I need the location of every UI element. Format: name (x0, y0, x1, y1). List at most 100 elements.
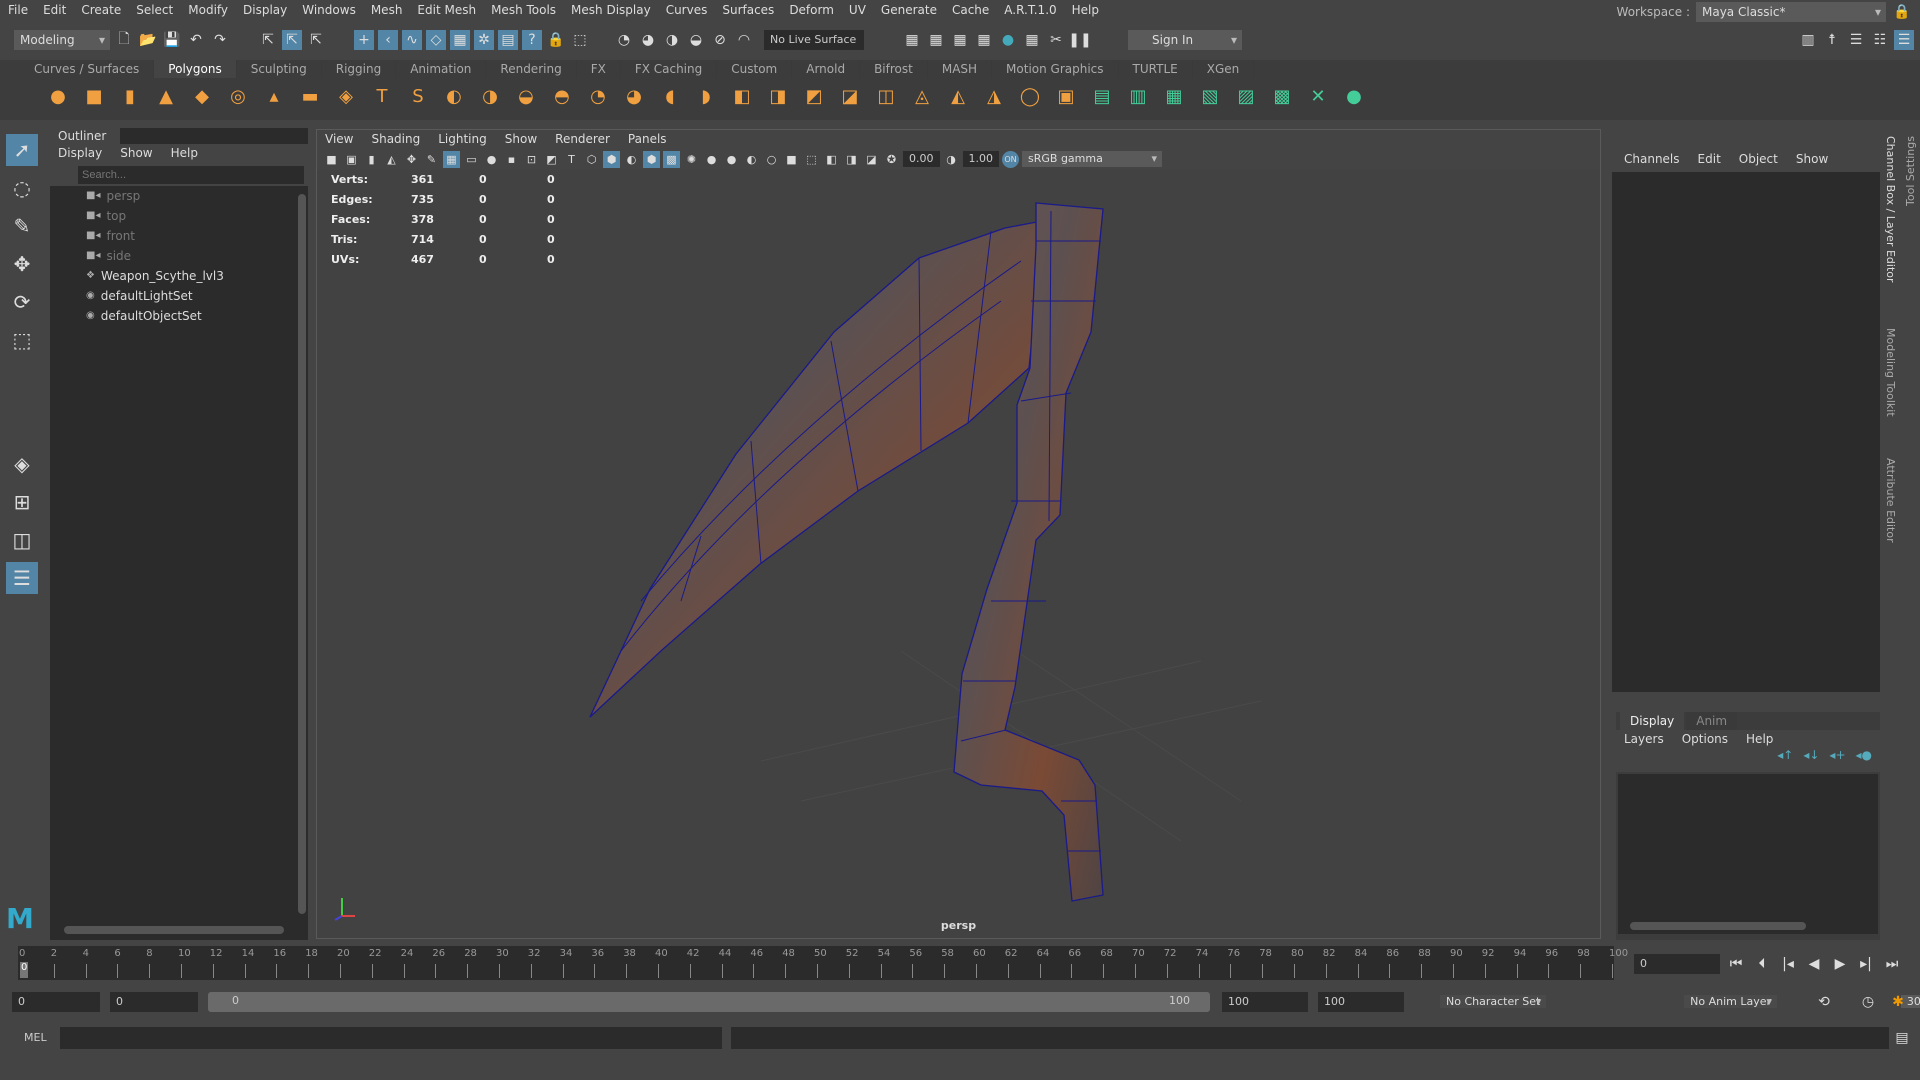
bevel-icon[interactable]: ◧ (728, 82, 756, 110)
outliner-item[interactable]: ❖ Weapon_Scythe_lvl3 (50, 266, 308, 286)
separate-icon[interactable]: ◑ (476, 82, 504, 110)
resolution-gate-icon[interactable]: ● (483, 151, 500, 168)
snap-curve-icon[interactable]: ‹ (378, 30, 398, 50)
flip-icon[interactable]: ▣ (1052, 82, 1080, 110)
outliner-item[interactable]: ■◂ top (50, 206, 308, 226)
play-forward-icon[interactable]: ▶ (1830, 954, 1850, 974)
loop-icon[interactable]: ⟲ (1814, 992, 1834, 1012)
image-plane-icon[interactable]: ◭ (383, 151, 400, 168)
menu-windows[interactable]: Windows (302, 3, 356, 17)
snap-grid-icon[interactable]: + (354, 30, 374, 50)
snap-view-plane-icon[interactable]: ▦ (450, 30, 470, 50)
safe-title-icon[interactable]: T (563, 151, 580, 168)
menu-create[interactable]: Create (81, 3, 121, 17)
safe-action-icon[interactable]: ◩ (543, 151, 560, 168)
shelf-tab-curves-surfaces[interactable]: Curves / Surfaces (20, 60, 155, 78)
insert-edge-loop-icon[interactable]: ◭ (944, 82, 972, 110)
shelf-tab-turtle[interactable]: TURTLE (1119, 60, 1193, 78)
viewport-menu-shading[interactable]: Shading (371, 130, 420, 148)
viewport-menu-show[interactable]: Show (505, 130, 537, 148)
layer-menu-layers[interactable]: Layers (1624, 730, 1664, 748)
shelf-tab-xgen[interactable]: XGen (1193, 60, 1255, 78)
outliner-hscrollbar[interactable] (64, 926, 284, 934)
wireframe-on-shaded-icon[interactable]: ⬢ (643, 150, 660, 168)
viewport-menu-view[interactable]: View (325, 130, 353, 148)
channel-box-menu-object[interactable]: Object (1739, 150, 1778, 168)
layer-menu-help[interactable]: Help (1746, 730, 1773, 748)
current-frame-field[interactable]: 0 (1634, 954, 1720, 974)
layout-uv-icon[interactable]: ✕ (1304, 82, 1332, 110)
menu-mesh[interactable]: Mesh (371, 3, 403, 17)
camera-select-icon[interactable]: ■ (323, 151, 340, 168)
color-management-icon[interactable]: ON (1002, 150, 1019, 168)
tab-channel-box[interactable]: Channel Box / Layer Editor (1884, 136, 1897, 283)
field-chart-icon[interactable]: ⊡ (523, 151, 540, 168)
new-layer-selected-icon[interactable]: ◂● (1856, 748, 1873, 772)
menu-modify[interactable]: Modify (188, 3, 228, 17)
outliner-item[interactable]: ■◂ side (50, 246, 308, 266)
pipe-icon[interactable]: ▬ (296, 82, 324, 110)
channel-box-icon[interactable]: ☰ (1894, 30, 1914, 50)
menu-curves[interactable]: Curves (666, 3, 708, 17)
viewport-panel[interactable]: View Shading Lighting Show Renderer Panels ■ … (316, 129, 1601, 939)
color-space-dropdown[interactable]: sRGB gamma (1022, 151, 1162, 167)
rotate-tool-icon[interactable]: ⟳ (6, 286, 38, 318)
step-back-frame-icon[interactable]: |◂ (1778, 954, 1798, 974)
time-slider[interactable]: 0 2 4 6 8 10 12 14 16 18 20 22 24 26 28 30 32 34 36 38 40 42 4… (18, 946, 1628, 980)
magnet-icon[interactable]: ◠ (734, 30, 754, 50)
select-component-icon[interactable]: ⇱ (306, 30, 326, 50)
human-ik-icon[interactable]: ☨ (1822, 30, 1842, 50)
shelf-tab-mash[interactable]: MASH (928, 60, 993, 78)
viewport-menu-panels[interactable]: Panels (628, 130, 667, 148)
range-slider[interactable]: 0 100 (208, 992, 1210, 1012)
soft-select-icon[interactable]: ◒ (686, 30, 706, 50)
lasso-tool-icon[interactable]: ◌ (6, 172, 38, 204)
scene-end-field[interactable]: 100 (1318, 992, 1404, 1012)
xray-components-icon[interactable]: ◪ (863, 151, 880, 168)
sew-uv-icon[interactable]: ▨ (1232, 82, 1260, 110)
help-icon[interactable]: ? (522, 30, 542, 50)
outliner-search-input[interactable] (78, 166, 304, 184)
menu-mesh-tools[interactable]: Mesh Tools (491, 3, 556, 17)
grid-toggle-icon[interactable]: ▦ (443, 150, 460, 168)
ipr-render-icon[interactable]: ▦ (950, 30, 970, 50)
attribute-editor-icon[interactable]: ☰ (1846, 30, 1866, 50)
tab-tool-settings[interactable]: Tool Settings (1904, 136, 1917, 206)
camera-attributes-icon[interactable]: ▣ (343, 151, 360, 168)
paint-select-icon[interactable]: ✎ (6, 210, 38, 242)
combine-icon[interactable]: ◐ (440, 82, 468, 110)
fill-hole-icon[interactable]: ◩ (800, 82, 828, 110)
workspace-dropdown[interactable]: Maya Classic* (1696, 2, 1886, 22)
lock-selection-icon[interactable]: 🔒 (546, 30, 566, 50)
symmetry-icon[interactable]: ◑ (662, 30, 682, 50)
shelf-tab-motion-graphics[interactable]: Motion Graphics (992, 60, 1119, 78)
scale-tool-icon[interactable]: ⬚ (6, 324, 38, 356)
single-perspective-layout-icon[interactable]: ◈ (6, 448, 38, 480)
extract-icon[interactable]: ◒ (512, 82, 540, 110)
shelf-tab-bifrost[interactable]: Bifrost (860, 60, 928, 78)
exposure-field[interactable]: 0.00 (903, 151, 940, 167)
cone-icon[interactable]: ▲ (152, 82, 180, 110)
grease-pencil-icon[interactable]: ✎ (423, 151, 440, 168)
viewport-menu-renderer[interactable]: Renderer (555, 130, 610, 148)
shelf-tab-rendering[interactable]: Rendering (486, 60, 577, 78)
history-icon[interactable]: ◔ (614, 30, 634, 50)
outliner-scrollbar[interactable] (298, 194, 306, 914)
planar-uv-icon[interactable]: ▤ (1088, 82, 1116, 110)
use-all-lights-icon[interactable]: ✺ (683, 151, 700, 168)
select-tool-icon[interactable]: ➚ (6, 134, 38, 166)
smooth-shade-icon[interactable]: ⬢ (603, 150, 620, 168)
menu-file[interactable]: File (8, 3, 28, 17)
2d-pan-zoom-icon[interactable]: ✥ (403, 151, 420, 168)
screen-space-ao-icon[interactable]: ● (723, 151, 740, 168)
go-to-start-icon[interactable]: ⏮ (1726, 954, 1746, 974)
menu-deform[interactable]: Deform (789, 3, 834, 17)
sign-in-button[interactable]: Sign In (1128, 30, 1242, 50)
channel-box-menu-edit[interactable]: Edit (1698, 150, 1721, 168)
offset-edge-loop-icon[interactable]: ◮ (980, 82, 1008, 110)
menu-surfaces[interactable]: Surfaces (722, 3, 774, 17)
depth-of-field-icon[interactable]: ■ (783, 151, 800, 168)
anti-aliasing-icon[interactable]: ○ (763, 151, 780, 168)
menu-help[interactable]: Help (1072, 3, 1099, 17)
redo-icon[interactable]: ↷ (210, 30, 230, 50)
